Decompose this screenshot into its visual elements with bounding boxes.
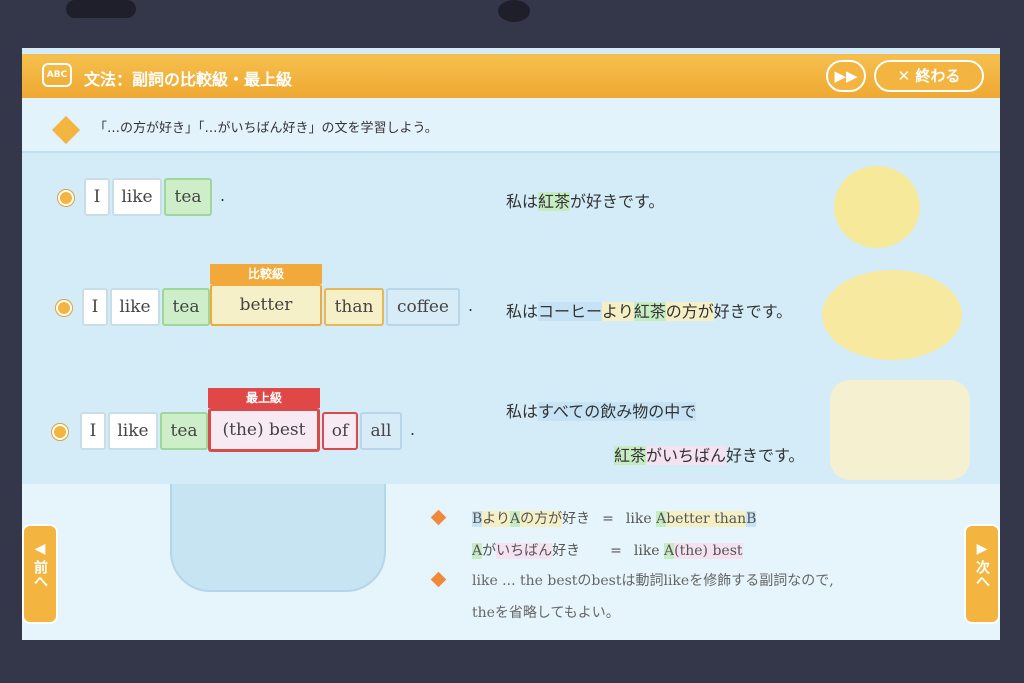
screen: ABC 文法：副詞の比較級・最上級 ▶▶ ✕ 終わる 「…の方が好き」「…がいち…: [22, 48, 1000, 640]
diamond-cluster-icon: [51, 115, 81, 145]
japanese-translation-line2: 紅茶がいちばん好きです。: [614, 446, 805, 465]
superlative-label: 最上級: [208, 388, 320, 408]
period: .: [410, 420, 416, 439]
x-icon: ✕: [897, 67, 916, 85]
skip-button[interactable]: ▶▶: [826, 60, 866, 92]
japanese-translation-line1: 私はすべての飲み物の中で: [506, 402, 697, 421]
word-tile[interactable]: than: [324, 288, 384, 326]
character-illustration: [834, 166, 920, 248]
note-line-2: theを省略してもよい。: [472, 605, 620, 621]
word-tile[interactable]: tea: [160, 412, 208, 450]
rule-comparative: BよりAの方が好き = like Abetter thanB: [472, 511, 757, 527]
character-illustration: [822, 270, 962, 360]
word-tile[interactable]: tea: [164, 178, 212, 216]
word-tile[interactable]: tea: [162, 288, 210, 326]
word-tile[interactable]: all: [360, 412, 402, 450]
comparative-label: 比較級: [210, 264, 322, 284]
next-label: 次へ: [974, 560, 990, 588]
note-line-1: like ... the bestのbestは動詞likeを修飾する副詞なので,: [472, 573, 834, 589]
word-tile[interactable]: coffee: [386, 288, 460, 326]
word-tile[interactable]: better: [210, 284, 322, 326]
japanese-translation: 私は紅茶が好きです。: [506, 192, 665, 211]
fast-forward-icon: ▶▶: [834, 67, 858, 85]
word-tile[interactable]: I: [80, 412, 106, 450]
word-tile[interactable]: I: [84, 178, 110, 216]
word-tile[interactable]: of: [322, 412, 358, 450]
word-tile[interactable]: (the) best: [208, 408, 320, 452]
character-illustration: [830, 380, 970, 480]
drop-pocket: [170, 484, 386, 592]
period: .: [468, 296, 474, 315]
speaker-icon[interactable]: [52, 424, 68, 440]
word-tile[interactable]: like: [108, 412, 158, 450]
triangle-left-icon: ◀: [34, 541, 46, 557]
page-title: 文法：副詞の比較級・最上級: [84, 70, 293, 89]
next-button[interactable]: ▶ 次へ: [964, 524, 1000, 624]
end-label: 終わる: [915, 67, 961, 85]
speaker-icon[interactable]: [58, 190, 74, 206]
header-bar: ABC 文法：副詞の比較級・最上級 ▶▶ ✕ 終わる: [22, 54, 1000, 98]
prev-button[interactable]: ◀ 前へ: [22, 524, 58, 624]
speaker-icon[interactable]: [56, 300, 72, 316]
word-tile[interactable]: I: [82, 288, 108, 326]
subtitle-text: 「…の方が好き」「…がいちばん好き」の文を学習しよう。: [94, 121, 438, 136]
word-tile[interactable]: like: [112, 178, 162, 216]
period: .: [220, 186, 226, 205]
bezel-sensor: [66, 0, 136, 18]
camera: [498, 0, 530, 22]
rule-superlative: Aがいちばん好き = like A(the) best: [472, 543, 743, 559]
end-button[interactable]: ✕ 終わる: [874, 60, 984, 92]
subtitle-bar: 「…の方が好き」「…がいちばん好き」の文を学習しよう。: [22, 98, 1000, 153]
triangle-right-icon: ▶: [976, 541, 988, 557]
word-tile[interactable]: like: [110, 288, 160, 326]
prev-label: 前へ: [32, 560, 48, 588]
japanese-translation: 私はコーヒーより紅茶の方が好きです。: [506, 302, 793, 321]
abc-speech-icon: ABC: [42, 63, 72, 87]
